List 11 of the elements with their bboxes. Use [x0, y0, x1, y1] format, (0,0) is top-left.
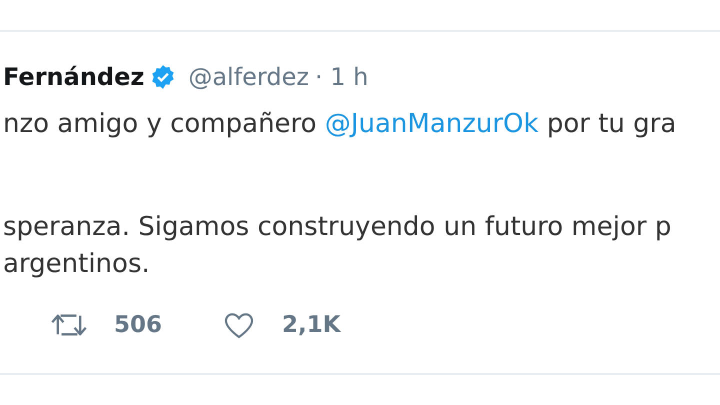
tweet-text: nzo amigo y compañero — [3, 109, 318, 139]
tweet-text: argentinos. — [3, 249, 150, 279]
like-button[interactable]: 2,1K — [222, 309, 341, 341]
tweet-text: speranza. Sigamos construyendo un futuro mejor p — [3, 212, 672, 242]
retweet-icon — [50, 312, 88, 338]
tweet-time[interactable]: · 1 h — [314, 63, 368, 91]
mention-link[interactable]: @JuanManzurOk — [324, 109, 539, 139]
author-name[interactable]: Fernández — [3, 63, 144, 91]
retweet-button[interactable]: 506 — [50, 309, 162, 341]
user-handle[interactable]: @alferdez — [188, 63, 309, 91]
tweet-text: por tu gra — [546, 109, 676, 139]
